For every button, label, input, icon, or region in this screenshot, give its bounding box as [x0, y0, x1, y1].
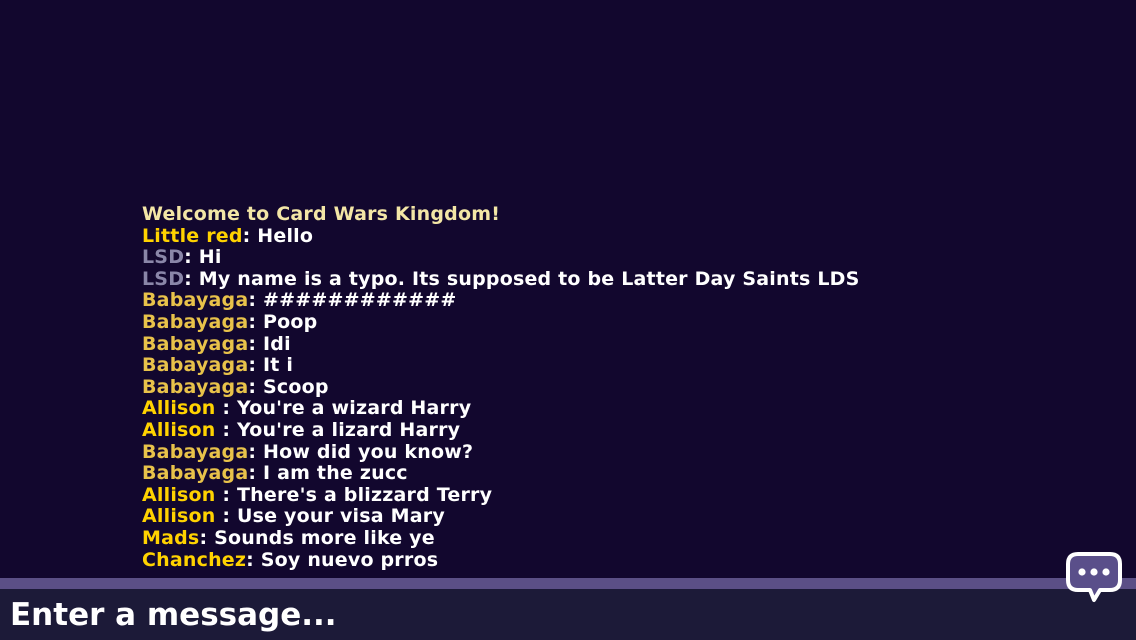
chat-message: Babayaga: It i	[142, 354, 1042, 377]
message-sender: Babayaga	[142, 289, 249, 312]
message-text: Soy nuevo prros	[260, 548, 439, 571]
chat-message: Little red: Hello	[142, 224, 1042, 248]
chat-message: LSD: My name is a typo. Its supposed to …	[142, 267, 1042, 291]
message-text: Hello	[257, 224, 314, 247]
message-separator: :	[242, 224, 258, 247]
message-separator: :	[222, 505, 237, 528]
chat-message: Mads: Sounds more like ye	[142, 526, 1042, 550]
message-separator: :	[248, 310, 263, 333]
chat-message: Babayaga: How did you know?	[142, 440, 1042, 464]
speech-bubble-icon	[1066, 552, 1122, 602]
message-sender: Babayaga	[142, 440, 249, 463]
chat-message: Babayaga: I am the zucc	[142, 462, 1042, 485]
chat-message: Allison : You're a lizard Harry	[142, 418, 1042, 442]
message-sender: Allison	[142, 418, 223, 441]
message-text: It i	[263, 354, 294, 377]
message-input-bar	[0, 589, 1136, 640]
chat-message: Babayaga: Poop	[142, 310, 1042, 334]
message-sender: Babayaga	[142, 310, 249, 333]
chat-message: LSD: Hi	[142, 246, 1042, 269]
message-sender: Allison	[142, 483, 223, 506]
message-separator: :	[184, 246, 199, 269]
message-separator: :	[199, 526, 215, 549]
message-text: My name is a typo. Its supposed to be La…	[198, 267, 860, 290]
message-text: Poop	[263, 310, 318, 333]
chat-message: Babayaga: ############	[142, 290, 1042, 312]
chat-message: Allison : You're a wizard Harry	[142, 398, 1042, 420]
message-separator: :	[246, 548, 261, 571]
message-input[interactable]	[0, 589, 1050, 640]
message-text: Use your visa Mary	[236, 505, 445, 528]
message-sender: Babayaga	[142, 462, 249, 485]
message-text: Hi	[198, 246, 222, 269]
message-text: There's a blizzard Terry	[236, 483, 493, 506]
message-separator: :	[222, 483, 237, 506]
message-separator: :	[248, 462, 263, 485]
chat-toggle-button[interactable]	[1064, 550, 1124, 604]
message-separator: :	[222, 418, 237, 441]
chat-message: Chanchez: Soy nuevo prros	[142, 548, 1042, 572]
message-sender: Little red	[142, 224, 243, 247]
message-sender: Babayaga	[142, 375, 249, 398]
message-text: You're a lizard Harry	[236, 418, 461, 441]
chat-message: Allison : There's a blizzard Terry	[142, 483, 1042, 507]
message-text: You're a wizard Harry	[236, 397, 472, 420]
message-text: ############	[263, 289, 457, 312]
input-divider	[0, 578, 1136, 589]
message-separator: :	[248, 354, 263, 377]
message-text: Idi	[263, 332, 291, 355]
message-separator: :	[248, 375, 263, 398]
message-separator: :	[222, 397, 237, 420]
message-text: How did you know?	[263, 440, 474, 463]
message-sender: LSD	[142, 267, 185, 290]
chat-log: Welcome to Card Wars Kingdom! Little red…	[142, 203, 1042, 572]
message-separator: :	[248, 440, 263, 463]
message-list: Little red: Hello LSD: Hi LSD: My name is …	[142, 224, 1042, 572]
chat-message: Babayaga: Idi	[142, 332, 1042, 356]
chat-screen: Welcome to Card Wars Kingdom! Little red…	[0, 0, 1136, 640]
message-text: I am the zucc	[263, 462, 408, 485]
chat-message: Allison : Use your visa Mary	[142, 506, 1042, 528]
message-text: Scoop	[263, 375, 329, 398]
message-sender: Babayaga	[142, 332, 249, 355]
message-separator: :	[248, 289, 263, 312]
message-sender: Allison	[142, 505, 223, 528]
message-sender: LSD	[142, 246, 185, 269]
message-sender: Chanchez	[142, 548, 247, 571]
message-sender: Babayaga	[142, 354, 249, 377]
chat-message: Babayaga: Scoop	[142, 375, 1042, 399]
message-separator: :	[248, 332, 263, 355]
message-text: Sounds more like ye	[214, 526, 435, 549]
message-sender: Mads	[142, 526, 200, 549]
message-sender: Allison	[142, 397, 223, 420]
welcome-message: Welcome to Card Wars Kingdom!	[142, 203, 501, 225]
message-separator: :	[184, 267, 199, 290]
